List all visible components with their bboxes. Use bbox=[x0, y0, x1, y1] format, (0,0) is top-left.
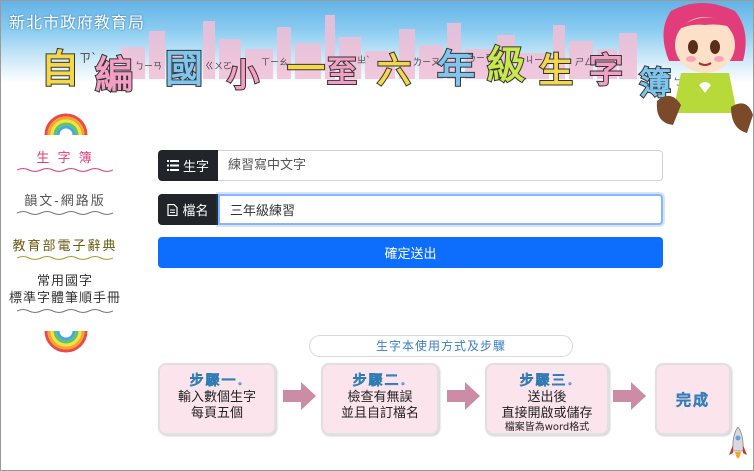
steps-title: 生字本使用方式及步驟 bbox=[309, 335, 573, 357]
title-ruby: ㄅㄧㄢ bbox=[135, 62, 163, 72]
step-heading: 完成 bbox=[675, 391, 710, 409]
step-card-1: 步驟一. 輸入數個生字 每頁五個 bbox=[158, 363, 276, 435]
wavy-underline bbox=[17, 256, 113, 260]
file-icon bbox=[167, 203, 179, 216]
arrow-right-icon bbox=[283, 382, 316, 410]
wavy-underline bbox=[17, 168, 113, 172]
sidebar-item-label: 韻文-網路版 bbox=[24, 194, 106, 209]
girl-mascot-illustration bbox=[656, 3, 753, 133]
step-heading: 步驟一. bbox=[189, 373, 245, 389]
submit-button[interactable]: 確定送出 bbox=[158, 237, 663, 268]
step-text-line2: 並且自訂檔名 bbox=[340, 406, 419, 421]
header-banner: 新北市政府教育局 自 ㄗ` 編 ㄅㄧㄢ 國 ㄍㄨㄛ 小 ㄒㄧㄠ 一 至 ㄓ` 六… bbox=[1, 1, 753, 102]
banner-title: 自 ㄗ` 編 ㄅㄧㄢ 國 ㄍㄨㄛ 小 ㄒㄧㄠ 一 至 ㄓ` 六 ㄌㄧㄡ 年 ㄋㄧ… bbox=[40, 41, 701, 102]
rainbow-bottom-icon bbox=[44, 331, 88, 353]
title-char: 小 bbox=[226, 55, 260, 95]
characters-input[interactable] bbox=[218, 150, 663, 181]
agency-name: 新北市政府教育局 bbox=[9, 13, 146, 32]
step-heading: 步驟二. bbox=[352, 373, 408, 389]
sidebar-item-label: 生 字 簿 bbox=[36, 151, 94, 166]
page-frame: 新北市政府教育局 自 ㄗ` 編 ㄅㄧㄢ 國 ㄍㄨㄛ 小 ㄒㄧㄠ 一 至 ㄓ` 六… bbox=[0, 0, 754, 471]
arrow-right-icon bbox=[447, 382, 480, 410]
step-heading: 步驟三. bbox=[519, 373, 575, 389]
sidebar-item-moe-dictionary[interactable]: 教育部電子辭典 bbox=[9, 235, 121, 261]
step-text-line1: 檢查有無誤 bbox=[347, 390, 413, 405]
filename-input-group: 檔名 bbox=[158, 194, 663, 225]
sidebar-item-stroke-order-manual[interactable]: 常用國字 標準字體筆順手冊 bbox=[9, 273, 121, 314]
title-ruby: ㄌㄧㄡ bbox=[413, 58, 441, 68]
sidebar-item-rhyme-online[interactable]: 韻文-網路版 bbox=[9, 190, 121, 216]
step-card-done: 完成 bbox=[655, 363, 731, 435]
rainbow-top-icon bbox=[44, 113, 88, 135]
wavy-underline bbox=[17, 309, 113, 313]
sidebar-item-workbook[interactable]: 生 字 簿 bbox=[9, 147, 121, 173]
step-note: 檔案皆為word格式 bbox=[504, 422, 590, 433]
filename-label-text: 檔名 bbox=[182, 204, 209, 219]
arrow-right-icon bbox=[613, 382, 646, 410]
title-char: 一 bbox=[286, 46, 326, 92]
title-char: 至 bbox=[326, 54, 358, 91]
characters-label-text: 生字 bbox=[182, 160, 209, 175]
title-char: 六 bbox=[376, 50, 412, 92]
step-text-line2: 直接開啟或儲存 bbox=[501, 406, 593, 421]
filename-label: 檔名 bbox=[158, 194, 218, 225]
title-ruby: ㄓ` bbox=[357, 56, 371, 66]
title-ruby: ㄒㄧㄠ bbox=[261, 58, 289, 68]
title-char: 生 bbox=[538, 50, 574, 92]
step-text-line1: 輸入數個生字 bbox=[177, 390, 256, 405]
step-text-line1: 送出後 bbox=[527, 390, 567, 405]
title-char: 編 bbox=[94, 52, 134, 98]
title-char: 字 bbox=[588, 50, 624, 92]
step-card-2: 步驟二. 檢查有無誤 並且自訂檔名 bbox=[321, 363, 439, 435]
characters-input-group: 生字 bbox=[158, 150, 663, 181]
title-char: 自 bbox=[40, 46, 80, 92]
rocket-scroll-top-icon[interactable] bbox=[729, 427, 747, 467]
step-card-3: 步驟三. 送出後 直接開啟或儲存 檔案皆為word格式 bbox=[485, 363, 609, 435]
wavy-underline bbox=[17, 211, 113, 215]
sidebar-item-label-line1: 常用國字 bbox=[36, 274, 93, 289]
sidebar-item-label: 教育部電子辭典 bbox=[12, 239, 118, 254]
filename-input[interactable] bbox=[218, 194, 663, 225]
step-text-line2: 每頁五個 bbox=[190, 406, 243, 421]
characters-label: 生字 bbox=[158, 150, 218, 181]
title-char: 國 bbox=[164, 46, 204, 92]
sidebar-item-label-line2: 標準字體筆順手冊 bbox=[9, 291, 122, 306]
list-icon bbox=[166, 160, 179, 171]
title-char: 級 bbox=[486, 42, 526, 88]
